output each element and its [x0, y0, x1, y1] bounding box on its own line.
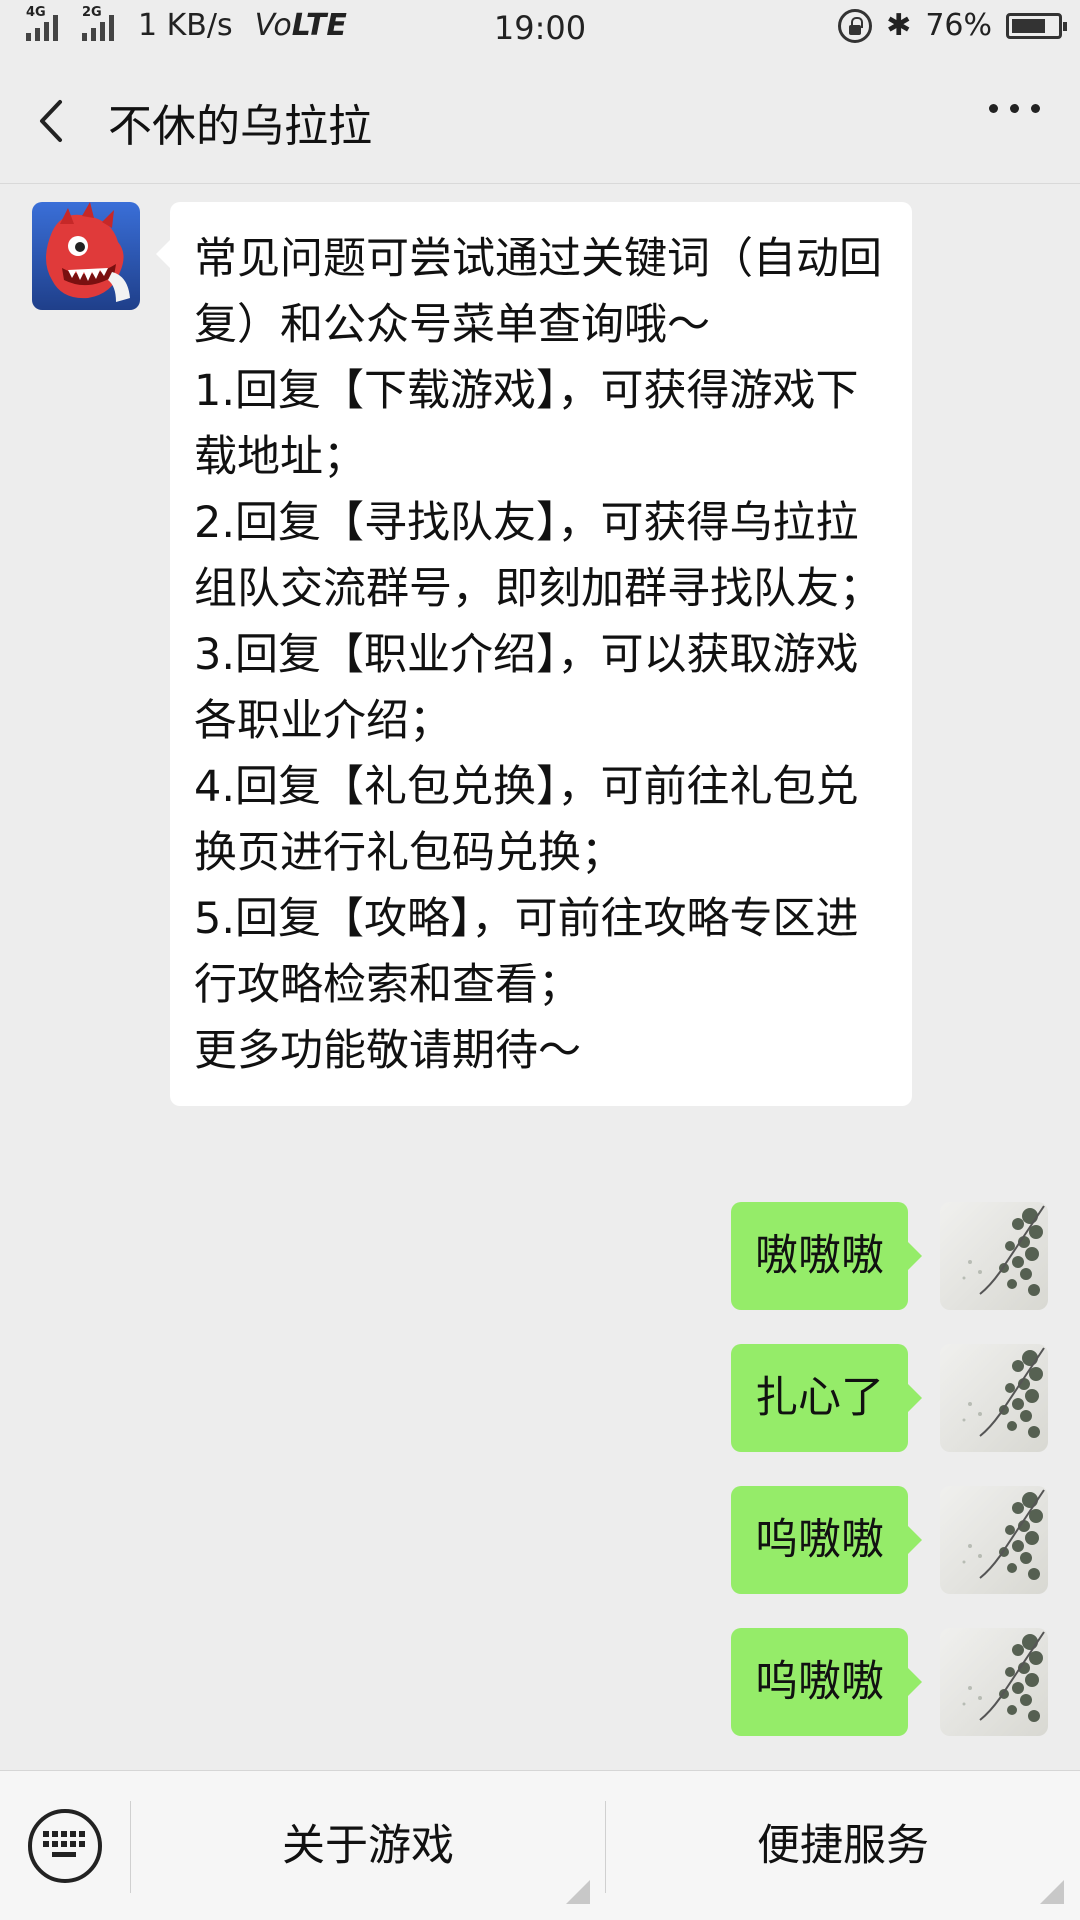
bot-message-line: 更多功能敬请期待～: [194, 1026, 581, 1076]
more-button[interactable]: [989, 104, 1040, 113]
tree-branch-avatar-icon: [962, 1489, 1045, 1580]
bot-message-line: 4.回复【礼包兑换】，可前往礼包兑换页进行礼包码兑换；: [194, 762, 859, 878]
submenu-indicator-icon: [1040, 1880, 1064, 1904]
bot-message-line: 常见问题可尝试通过关键词（自动回复）和公众号菜单查询哦～: [194, 234, 882, 350]
user-message-row: 嗷嗷嗷: [718, 1202, 1048, 1312]
bot-message-line: 3.回复【职业介绍】，可以获取游戏各职业介绍；: [194, 630, 859, 746]
user-message-bubble[interactable]: 呜嗷嗷: [731, 1628, 922, 1736]
tree-branch-avatar-icon: [962, 1631, 1045, 1722]
user-message-bubble[interactable]: 嗷嗷嗷: [731, 1202, 922, 1310]
bluetooth-icon: ✱: [886, 8, 912, 43]
bot-message-line: 5.回复【攻略】，可前往攻略专区进行攻略检索和查看；: [194, 894, 859, 1010]
bot-message-line: 2.回复【寻找队友】，可获得乌拉拉组队交流群号，即刻加群寻找队友；: [194, 498, 882, 614]
user-message-row: 呜嗷嗷: [718, 1486, 1048, 1596]
chevron-left-icon: [40, 100, 62, 142]
battery-icon: [1006, 12, 1067, 39]
menu-item-about-game[interactable]: 关于游戏: [131, 1771, 605, 1920]
user-message-bubble[interactable]: 扎心了: [731, 1344, 922, 1452]
menu-item-quick-service[interactable]: 便捷服务: [606, 1771, 1080, 1920]
account-menu-bar: 关于游戏 便捷服务: [0, 1770, 1080, 1920]
user-message-row: 呜嗷嗷: [718, 1628, 1048, 1738]
user-avatar[interactable]: [940, 1486, 1048, 1594]
user-message-row: 扎心了: [718, 1344, 1048, 1454]
tree-branch-avatar-icon: [962, 1205, 1045, 1296]
keyboard-icon: [43, 1831, 85, 1857]
battery-percent: 76%: [925, 8, 992, 43]
rotation-lock-icon: [838, 8, 873, 43]
user-avatar[interactable]: [940, 1344, 1048, 1452]
keyboard-toggle-button[interactable]: [28, 1809, 102, 1883]
dragon-avatar-icon: [32, 202, 140, 310]
official-account-avatar[interactable]: [32, 202, 140, 310]
chat-header: 不休的乌拉拉: [0, 58, 1080, 184]
more-dots-icon: [989, 104, 998, 113]
user-avatar[interactable]: [940, 1628, 1048, 1736]
chat-screen: 4G 2G 1 KB/s VoLTE 19:00 ✱ 76% 不休的乌拉拉 常见…: [0, 0, 1080, 1920]
status-right: ✱ 76%: [838, 8, 1067, 43]
user-avatar[interactable]: [940, 1202, 1048, 1310]
status-bar: 4G 2G 1 KB/s VoLTE 19:00 ✱ 76%: [0, 0, 1080, 58]
back-button[interactable]: [30, 96, 80, 146]
page-title: 不休的乌拉拉: [108, 101, 372, 152]
battery-fill: [1012, 18, 1045, 33]
bot-message-bubble[interactable]: 常见问题可尝试通过关键词（自动回复）和公众号菜单查询哦～ 1.回复【下载游戏】，…: [156, 202, 912, 1106]
user-message-bubble[interactable]: 呜嗷嗷: [731, 1486, 922, 1594]
tree-branch-avatar-icon: [962, 1347, 1045, 1438]
submenu-indicator-icon: [566, 1880, 590, 1904]
bot-message-line: 1.回复【下载游戏】，可获得游戏下载地址；: [194, 366, 859, 482]
